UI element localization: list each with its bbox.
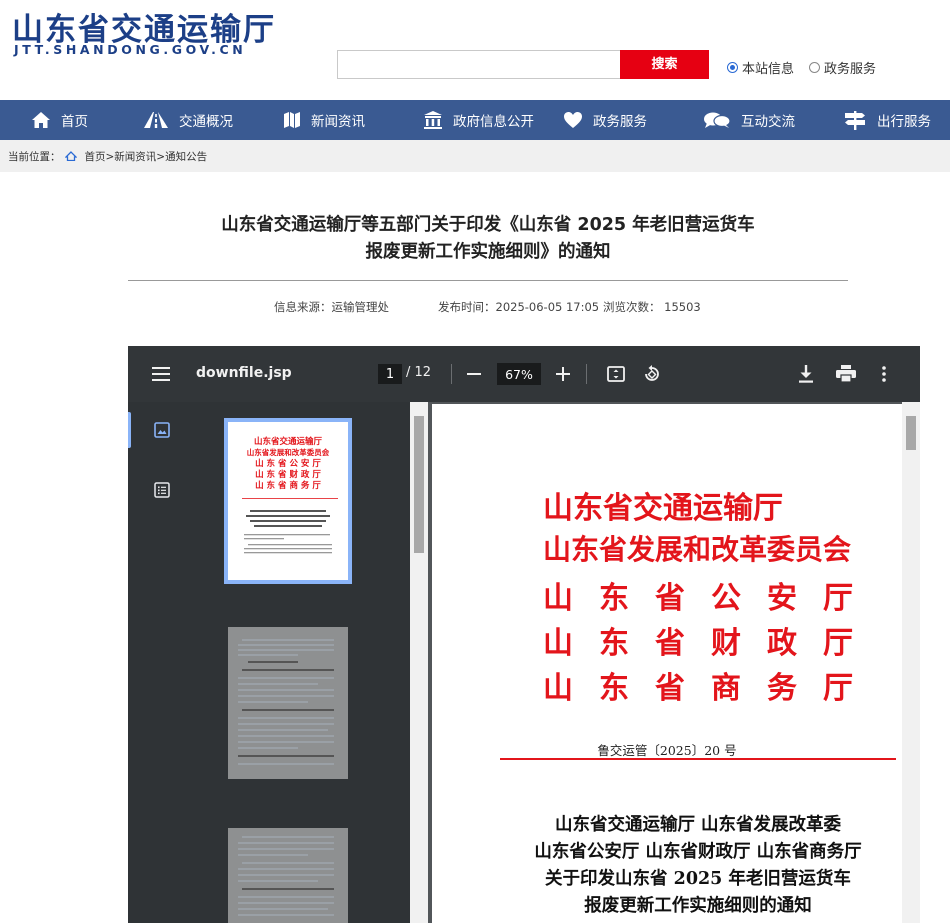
nav-label: 新闻资讯	[311, 114, 365, 130]
page-thumbnail-2[interactable]	[228, 627, 348, 779]
document-number: 鲁交运管〔2025〕20 号	[597, 743, 737, 758]
document-title-line: 山东省公安厅 山东省财政厅 山东省商务厅	[534, 842, 862, 862]
radio-gov-label: 政务服务	[824, 62, 877, 77]
breadcrumb-prefix: 当前位置：	[8, 150, 61, 163]
nav-label: 首页	[61, 114, 88, 130]
nav-item-travel[interactable]: 出行服务	[843, 100, 931, 140]
issuer-org-5-text: 山东省商务厅	[543, 671, 853, 706]
radio-gov-service[interactable]: 政务服务	[809, 58, 876, 77]
svg-text:山 东 省 公 安 厅: 山 东 省 公 安 厅	[255, 458, 321, 469]
toolbar-divider	[586, 364, 587, 384]
article-title-line1: 山东省交通运输厅等五部门关于印发《山东省 2025 年老旧营运货车	[221, 215, 755, 235]
menu-icon[interactable]	[150, 364, 172, 384]
chat-icon	[704, 112, 731, 128]
svg-text:山 东 省 商 务 厅: 山 东 省 商 务 厅	[255, 480, 321, 491]
issuer-org-1: 山东省交通运输厅	[543, 491, 783, 526]
rotate-icon[interactable]	[641, 363, 663, 385]
zoom-in-icon[interactable]	[553, 364, 573, 384]
svg-text:山东省发展和改革委员会: 山东省发展和改革委员会	[247, 447, 330, 457]
nav-item-gov-service[interactable]: 政务服务	[563, 100, 647, 140]
nav-label: 政府信息公开	[453, 114, 534, 130]
page-root: 山东省交通运输厅 JTT.SHANDONG.GOV.CN 搜索 本站信息 政务服…	[0, 0, 950, 923]
road-icon	[144, 112, 168, 128]
page-thumbnail-3[interactable]	[228, 828, 348, 923]
heart-icon	[564, 112, 582, 128]
document-title-line: 关于印发山东省 2025 年老旧营运货车	[545, 869, 851, 889]
radio-selected-icon[interactable]	[727, 62, 738, 73]
article-title-line2: 报废更新工作实施细则》的通知	[365, 242, 611, 262]
nav-label: 互动交流	[741, 114, 795, 130]
pdf-page-1: 山东省交通运输厅 山东省发展和改革委员会 山东省公安厅 山东省财政厅 山东省商务…	[432, 404, 902, 923]
map-icon	[284, 112, 300, 128]
main-nav: 首页 交通概况 新闻资讯 政府信息公开 政务服务 互动交流 出行服务	[0, 100, 950, 140]
signpost-icon	[845, 111, 865, 130]
pdf-sidebar: 山东省交通运输厅 山东省发展和改革委员会 山 东 省 公 安 厅 山 东 省 财…	[128, 402, 428, 923]
sidebar-scrollbar[interactable]	[410, 402, 428, 923]
home-icon[interactable]	[64, 151, 77, 161]
issuer-org-2: 山东省发展和改革委员会	[543, 533, 852, 566]
document-title-line: 报废更新工作实施细则的通知	[584, 896, 812, 916]
thumbnail-view-icon[interactable]	[152, 420, 172, 440]
radio-site-label: 本站信息	[742, 62, 795, 77]
home-icon	[32, 112, 50, 128]
article-published: 发布时间：2025-06-05 17:05	[438, 300, 600, 314]
page-number-input[interactable]: 1	[378, 364, 402, 384]
issuer-org-4: 山东省财政厅	[543, 618, 853, 662]
issuer-org-4-text: 山东省财政厅	[543, 626, 853, 661]
page-scrollbar[interactable]	[902, 402, 920, 923]
red-divider	[500, 758, 896, 760]
pdf-filename: downfile.jsp	[196, 365, 292, 381]
print-icon[interactable]	[834, 363, 858, 385]
breadcrumb: 当前位置： 首页>新闻资讯>通知公告	[0, 140, 950, 172]
toolbar-divider	[451, 364, 452, 384]
more-options-icon[interactable]	[876, 363, 892, 385]
search-input[interactable]	[337, 50, 621, 79]
nav-item-gov-info[interactable]: 政府信息公开	[423, 100, 534, 140]
document-title: 山东省交通运输厅 山东省发展改革委 山东省公安厅 山东省财政厅 山东省商务厅 关…	[500, 812, 896, 920]
article-source: 信息来源：运输管理处	[274, 300, 389, 314]
nav-label: 交通概况	[179, 114, 233, 130]
issuer-org-5: 山东省商务厅	[543, 663, 853, 707]
pdf-page-area: 山东省交通运输厅 山东省发展和改革委员会 山东省公安厅 山东省财政厅 山东省商务…	[428, 402, 920, 923]
nav-label: 政务服务	[593, 114, 647, 130]
building-icon	[424, 111, 442, 129]
page-thumbnail-1[interactable]: 山东省交通运输厅 山东省发展和改革委员会 山 东 省 公 安 厅 山 东 省 财…	[224, 418, 352, 584]
svg-text:山东省交通运输厅: 山东省交通运输厅	[254, 436, 323, 447]
nav-item-home[interactable]: 首页	[31, 100, 88, 140]
radio-site-info[interactable]: 本站信息	[727, 58, 794, 77]
nav-item-interaction[interactable]: 互动交流	[703, 100, 795, 140]
radio-unselected-icon[interactable]	[809, 62, 820, 73]
svg-text:山 东 省 财 政 厅: 山 东 省 财 政 厅	[255, 469, 321, 480]
nav-label: 出行服务	[877, 114, 931, 130]
outline-view-icon[interactable]	[152, 480, 172, 500]
page-total: / 12	[406, 365, 432, 380]
article-divider	[128, 280, 848, 281]
pdf-viewer: downfile.jsp 1 / 12 67% 山东省交通运输厅 山东省发展和改…	[128, 346, 920, 923]
zoom-out-icon[interactable]	[464, 364, 484, 384]
fit-page-icon[interactable]	[605, 363, 627, 385]
zoom-level-input[interactable]: 67%	[497, 363, 541, 385]
search-button[interactable]: 搜索	[620, 50, 709, 79]
breadcrumb-path[interactable]: 首页>新闻资讯>通知公告	[85, 149, 208, 164]
article-title: 山东省交通运输厅等五部门关于印发《山东省 2025 年老旧营运货车 报废更新工作…	[128, 212, 848, 266]
article-views: 浏览次数： 15503	[603, 300, 701, 314]
site-logo-domain: JTT.SHANDONG.GOV.CN	[14, 42, 247, 57]
sidebar-active-indicator	[128, 412, 131, 448]
download-icon[interactable]	[795, 363, 817, 385]
issuer-org-3-text: 山东省公安厅	[543, 581, 853, 616]
nav-item-news[interactable]: 新闻资讯	[283, 100, 365, 140]
document-title-line: 山东省交通运输厅 山东省发展改革委	[554, 815, 842, 835]
issuer-org-3: 山东省公安厅	[543, 573, 853, 617]
pdf-toolbar: downfile.jsp 1 / 12 67%	[128, 346, 920, 402]
nav-item-overview[interactable]: 交通概况	[143, 100, 233, 140]
